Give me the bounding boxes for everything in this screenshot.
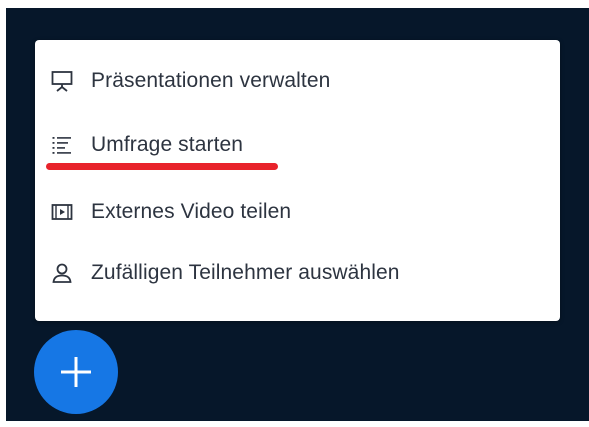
menu-item-manage-presentations[interactable]: Präsentationen verwalten [47, 61, 547, 101]
actions-fab-button[interactable] [34, 330, 118, 414]
actions-menu: Präsentationen verwalten Umfrage starten [35, 40, 560, 321]
menu-item-select-random-participant[interactable]: Zufälligen Teilnehmer auswählen [47, 253, 547, 293]
menu-item-share-external-video[interactable]: Externes Video teilen [47, 192, 547, 232]
video-icon [47, 197, 77, 227]
menu-item-start-poll[interactable]: Umfrage starten [47, 125, 547, 165]
menu-item-label: Externes Video teilen [91, 200, 292, 223]
menu-item-label: Präsentationen verwalten [91, 69, 331, 92]
menu-item-label: Umfrage starten [91, 133, 244, 156]
user-icon [47, 258, 77, 288]
presentation-icon [47, 66, 77, 96]
poll-list-icon [47, 130, 77, 160]
plus-icon [61, 357, 91, 387]
menu-item-label: Zufälligen Teilnehmer auswählen [91, 261, 400, 284]
highlight-underline [46, 163, 278, 170]
